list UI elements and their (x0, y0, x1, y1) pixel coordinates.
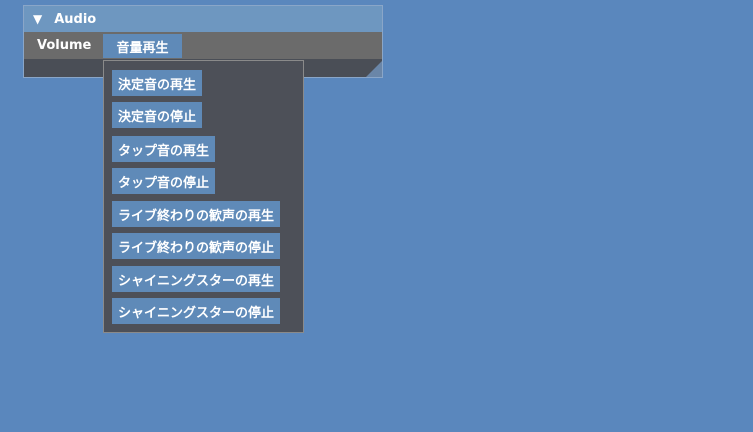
panel-title: Audio (54, 11, 97, 27)
resize-grip-icon[interactable] (366, 61, 382, 77)
menu-item[interactable]: タップ音の停止 (112, 168, 216, 194)
triangle-down-icon[interactable]: ▼ (33, 12, 42, 26)
volume-row: Volume 音量再生 (24, 32, 382, 59)
volume-dropdown[interactable]: 音量再生 (103, 34, 182, 58)
menu-item[interactable]: 決定音の停止 (112, 102, 203, 128)
dropdown-menu: 決定音の再生 決定音の停止 タップ音の再生 タップ音の停止 ライブ終わりの歓声の… (103, 60, 304, 333)
menu-item[interactable]: ライブ終わりの歓声の再生 (112, 201, 281, 227)
menu-item[interactable]: タップ音の再生 (112, 136, 216, 162)
volume-label: Volume (37, 38, 92, 53)
menu-item[interactable]: 決定音の再生 (112, 70, 203, 96)
menu-item[interactable]: シャイニングスターの停止 (112, 298, 281, 324)
menu-item[interactable]: シャイニングスターの再生 (112, 266, 281, 292)
menu-item[interactable]: ライブ終わりの歓声の停止 (112, 233, 281, 259)
panel-header[interactable]: ▼ Audio (24, 6, 382, 32)
